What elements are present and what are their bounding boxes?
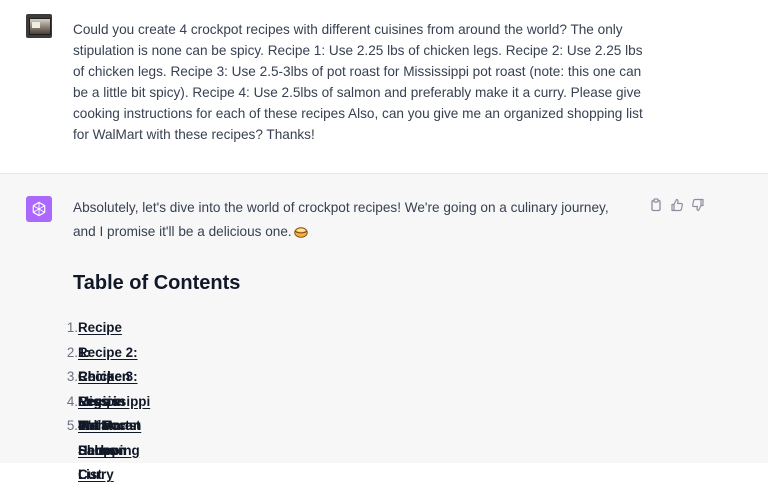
assistant-intro-text: Absolutely, let's dive into the world of… [73, 200, 609, 239]
toc-list: 1. Recipe 1: Chicken Legs in Italian Her… [52, 316, 150, 483]
openai-logo-icon [32, 201, 46, 217]
message-actions [649, 198, 705, 212]
user-avatar [26, 14, 52, 38]
assistant-intro-paragraph: Absolutely, let's dive into the world of… [73, 196, 633, 244]
assistant-avatar [26, 196, 52, 222]
toc-item: 5. WalMart Shopping List [52, 414, 140, 482]
toc-item: 1. Recipe 1: Chicken Legs in Italian Her… [52, 316, 130, 458]
toc-item-number: 1. [66, 320, 78, 335]
user-avatar-image [29, 18, 51, 35]
toc-item-number: 3. [66, 369, 78, 384]
user-message: Could you create 4 crockpot recipes with… [0, 0, 768, 174]
assistant-message: Absolutely, let's dive into the world of… [0, 174, 768, 483]
toc-item-number: 4. [66, 393, 78, 409]
toc-item-number: 5. [66, 418, 78, 433]
toc-item: 4. Recipe 4: Salmon Curry [52, 390, 127, 483]
toc-item: 3. Recipe 3: Mississippi Pot Roast [52, 365, 150, 433]
thumbs-down-icon[interactable] [691, 198, 705, 212]
steaming-bowl-emoji [293, 227, 308, 238]
toc-item: 2. Recipe 2: Chicken Legs in Moroccan Sa… [52, 341, 141, 458]
toc-heading: Table of Contents [73, 272, 241, 294]
copy-icon[interactable] [649, 198, 663, 212]
toc-link-shopping-list[interactable]: WalMart Shopping List [78, 414, 140, 488]
toc-item-number: 2. [66, 344, 78, 360]
user-message-text: Could you create 4 crockpot recipes with… [73, 22, 643, 142]
thumbs-up-icon[interactable] [670, 198, 684, 212]
